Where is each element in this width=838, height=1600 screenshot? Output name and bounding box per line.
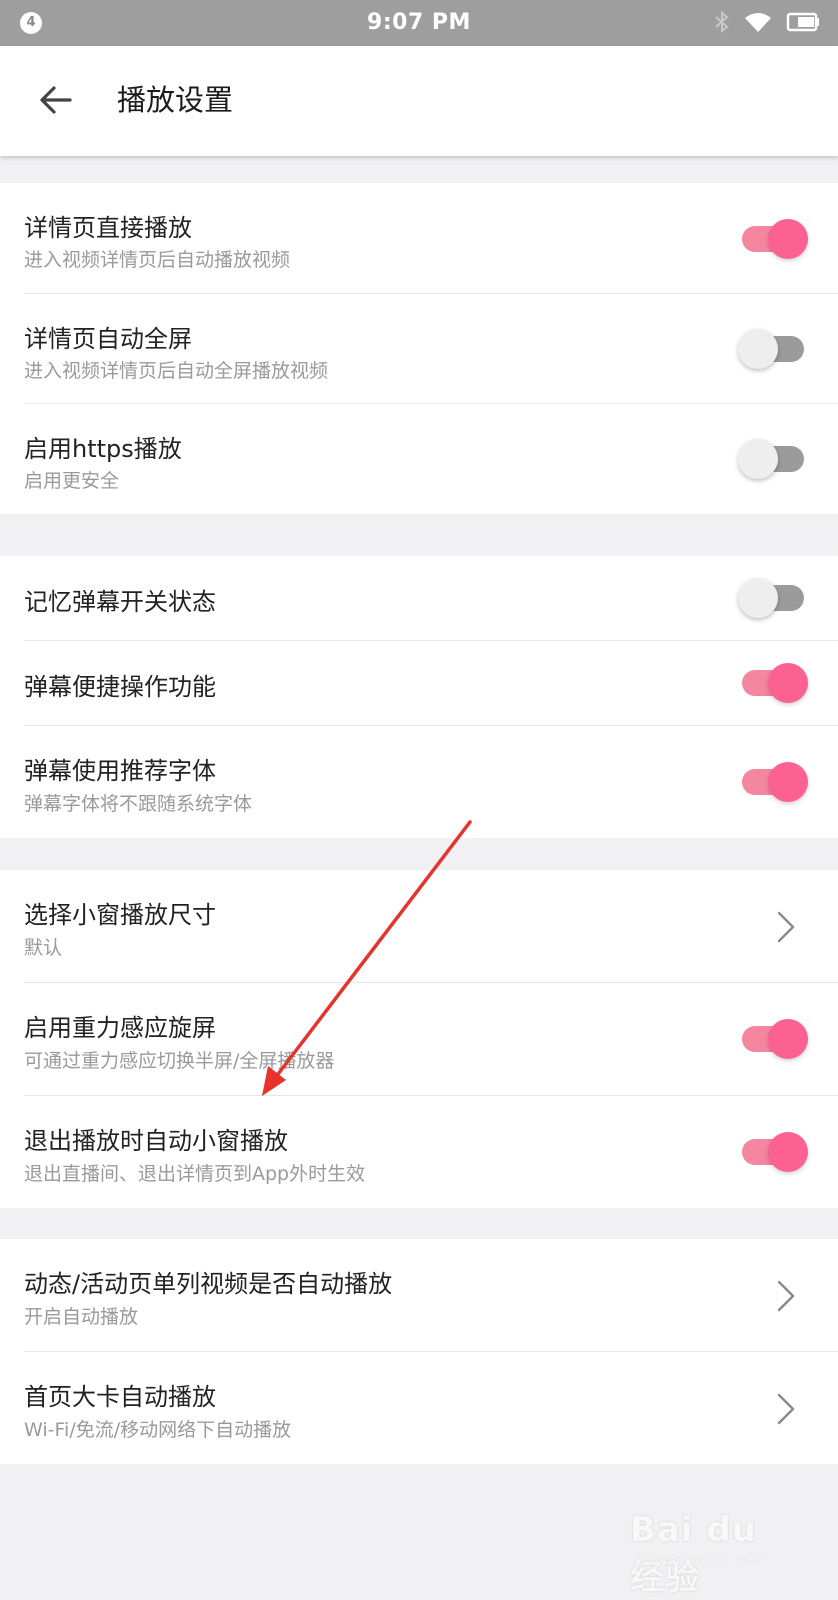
battery-icon — [786, 12, 820, 32]
settings-section-autoplay: 动态/活动页单列视频是否自动播放 开启自动播放 首页大卡自动播放 Wi-Fi/免… — [0, 1239, 838, 1464]
danmaku-shortcut-toggle[interactable] — [742, 661, 808, 705]
setting-row-exit-miniwindow[interactable]: 退出播放时自动小窗播放 退出直播间、退出详情页到App外时生效 — [0, 1096, 838, 1208]
setting-subtitle: 退出直播间、退出详情页到App外时生效 — [24, 1163, 366, 1185]
setting-row-https[interactable]: 启用https播放 启用更安全 — [0, 404, 838, 514]
detail-autoplay-toggle[interactable] — [742, 217, 808, 261]
setting-subtitle: 开启自动播放 — [24, 1306, 139, 1328]
chevron-right-icon — [777, 1393, 795, 1425]
settings-section-playback: 详情页直接播放 进入视频详情页后自动播放视频 详情页自动全屏 进入视频详情页后自… — [0, 183, 838, 514]
chevron-right-icon — [777, 1280, 795, 1312]
setting-subtitle: 进入视频详情页后自动播放视频 — [24, 249, 291, 271]
settings-section-miniwindow: 选择小窗播放尺寸 默认 启用重力感应旋屏 可通过重力感应切换半屏/全屏播放器 退… — [0, 870, 838, 1208]
watermark-url: jingyan.baidu.com — [634, 1554, 763, 1569]
setting-subtitle: 进入视频详情页后自动全屏播放视频 — [24, 360, 329, 382]
setting-title: 选择小窗播放尺寸 — [24, 901, 216, 929]
setting-row-remember-danmaku[interactable]: 记忆弹幕开关状态 — [0, 556, 838, 641]
https-toggle[interactable] — [738, 437, 808, 481]
setting-row-feed-autoplay[interactable]: 动态/活动页单列视频是否自动播放 开启自动播放 — [0, 1239, 838, 1352]
wifi-icon — [744, 11, 772, 33]
baidu-jingyan-watermark: Bai du 经验 jingyan.baidu.com — [630, 1510, 790, 1598]
detail-fullscreen-toggle[interactable] — [738, 327, 808, 371]
setting-title: 启用重力感应旋屏 — [24, 1014, 216, 1042]
setting-title: 弹幕便捷操作功能 — [24, 673, 216, 701]
bluetooth-icon — [714, 10, 730, 34]
app-bar: 播放设置 — [0, 46, 838, 156]
setting-row-homepage-card-autoplay[interactable]: 首页大卡自动播放 Wi-Fi/免流/移动网络下自动播放 — [0, 1352, 838, 1464]
gravity-rotate-toggle[interactable] — [742, 1017, 808, 1061]
setting-row-detail-fullscreen[interactable]: 详情页自动全屏 进入视频详情页后自动全屏播放视频 — [0, 294, 838, 404]
setting-title: 首页大卡自动播放 — [24, 1383, 216, 1411]
setting-title: 弹幕使用推荐字体 — [24, 757, 216, 785]
setting-title: 记忆弹幕开关状态 — [24, 588, 216, 616]
setting-subtitle: 弹幕字体将不跟随系统字体 — [24, 793, 253, 815]
page-title: 播放设置 — [117, 83, 234, 117]
status-time: 9:07 PM — [367, 10, 471, 35]
arrow-left-icon — [40, 86, 72, 114]
setting-title: 动态/活动页单列视频是否自动播放 — [24, 1270, 393, 1298]
exit-miniwindow-toggle[interactable] — [742, 1130, 808, 1174]
chevron-right-icon — [777, 911, 795, 943]
setting-title: 退出播放时自动小窗播放 — [24, 1127, 288, 1155]
setting-row-danmaku-font[interactable]: 弹幕使用推荐字体 弹幕字体将不跟随系统字体 — [0, 726, 838, 838]
setting-subtitle: 启用更安全 — [24, 470, 120, 492]
setting-subtitle: 默认 — [24, 937, 63, 959]
setting-row-detail-autoplay[interactable]: 详情页直接播放 进入视频详情页后自动播放视频 — [0, 183, 838, 294]
danmaku-font-toggle[interactable] — [742, 760, 808, 804]
status-icons — [714, 10, 820, 34]
setting-row-gravity-rotate[interactable]: 启用重力感应旋屏 可通过重力感应切换半屏/全屏播放器 — [0, 983, 838, 1096]
setting-title: 启用https播放 — [24, 435, 182, 463]
remember-danmaku-toggle[interactable] — [738, 576, 808, 620]
back-button[interactable] — [34, 78, 78, 122]
setting-row-danmaku-shortcut[interactable]: 弹幕便捷操作功能 — [0, 641, 838, 726]
setting-subtitle: Wi-Fi/免流/移动网络下自动播放 — [24, 1419, 292, 1441]
status-bar: 4 9:07 PM — [0, 0, 838, 46]
setting-row-miniwindow-size[interactable]: 选择小窗播放尺寸 默认 — [0, 870, 838, 983]
settings-section-danmaku: 记忆弹幕开关状态 弹幕便捷操作功能 弹幕使用推荐字体 弹幕字体将不跟随系统字体 — [0, 556, 838, 838]
setting-title: 详情页自动全屏 — [24, 325, 192, 353]
setting-title: 详情页直接播放 — [24, 214, 192, 242]
setting-subtitle: 可通过重力感应切换半屏/全屏播放器 — [24, 1050, 335, 1072]
